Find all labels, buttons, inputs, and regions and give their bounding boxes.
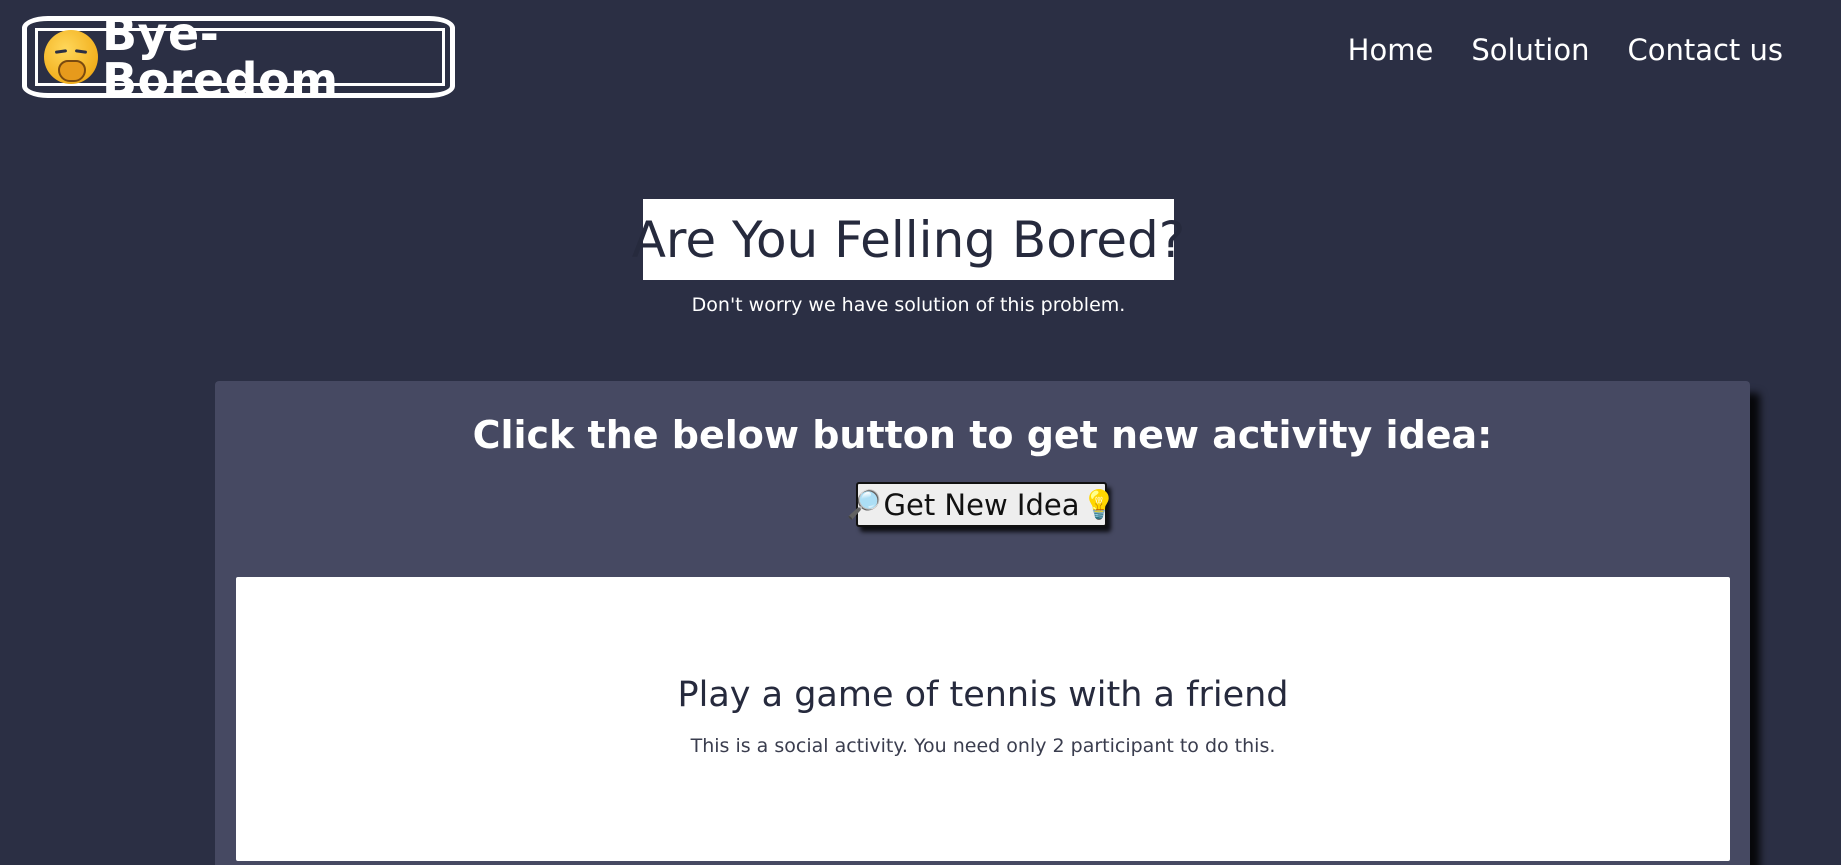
- activity-result-panel: Play a game of tennis with a friend This…: [236, 577, 1730, 861]
- main-nav: Home Solution Contact us: [1348, 30, 1783, 70]
- brand-logo[interactable]: Bye-Boredom: [22, 11, 455, 103]
- magnifier-icon: 🔎: [846, 487, 882, 521]
- hero-title: Are You Felling Bored?: [631, 210, 1186, 269]
- yawning-face-icon: [44, 30, 98, 84]
- activity-card: Click the below button to get new activi…: [215, 381, 1750, 865]
- yawning-face-left-eye: [54, 49, 68, 54]
- hero-subtitle: Don't worry we have solution of this pro…: [691, 294, 1126, 316]
- activity-card-heading: Click the below button to get new activi…: [472, 413, 1493, 457]
- yawning-face-right-eye: [74, 49, 88, 54]
- activity-title: Play a game of tennis with a friend: [677, 675, 1289, 715]
- brand-name: Bye-Boredom: [102, 7, 339, 107]
- nav-link-contact[interactable]: Contact us: [1627, 30, 1783, 70]
- get-new-idea-label: Get New Idea: [883, 487, 1080, 522]
- yawning-face-hand: [58, 60, 86, 82]
- hero-title-box: Are You Felling Bored?: [632, 199, 1185, 280]
- light-bulb-icon: 💡: [1081, 487, 1117, 521]
- brand-logo-inner: Bye-Boredom: [35, 11, 445, 103]
- activity-description: This is a social activity. You need only…: [690, 735, 1276, 757]
- get-new-idea-button[interactable]: 🔎 Get New Idea 💡: [847, 482, 1116, 527]
- nav-link-home[interactable]: Home: [1348, 30, 1434, 70]
- nav-link-solution[interactable]: Solution: [1471, 30, 1589, 70]
- page: Bye-Boredom Home Solution Contact us Are…: [0, 0, 1841, 865]
